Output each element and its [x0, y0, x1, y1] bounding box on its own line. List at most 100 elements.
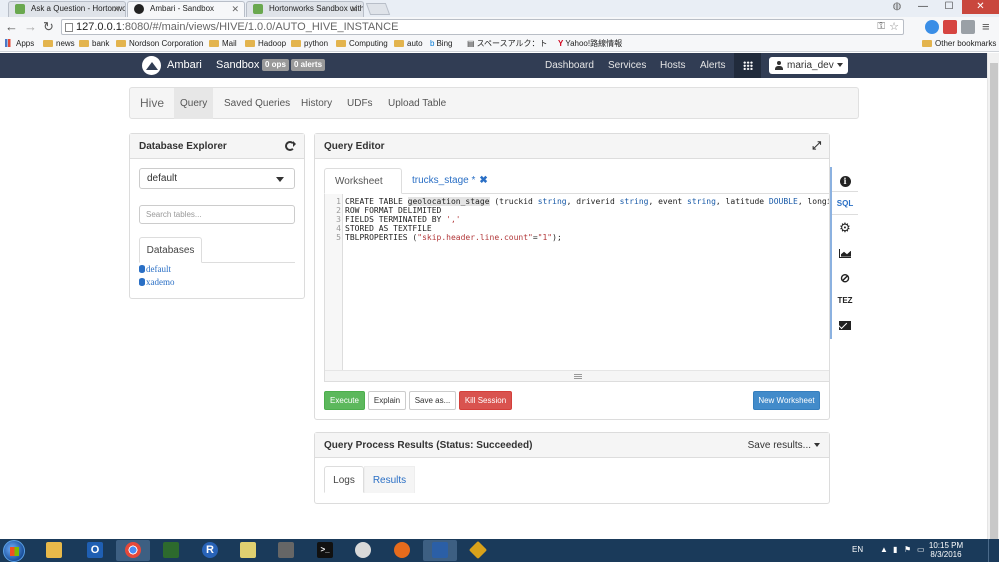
browser-tab-hortonworks-sandbox[interactable]: Hortonworks Sandbox with ✕ — [246, 1, 364, 17]
taskbar-git[interactable] — [461, 540, 495, 561]
close-worksheet-icon[interactable]: ✖ — [479, 175, 487, 186]
taskbar-explorer[interactable] — [37, 540, 71, 561]
user-profile-button[interactable]: ◍ — [888, 0, 906, 14]
taskbar-tools[interactable] — [269, 540, 303, 561]
tab-udfs[interactable]: UDFs — [341, 88, 379, 119]
info-icon[interactable]: i — [832, 169, 858, 193]
cluster-name[interactable]: Sandbox — [216, 58, 259, 72]
worksheet-tab-active[interactable]: Worksheet *✖ — [324, 168, 402, 213]
database-item-default[interactable]: default — [139, 263, 171, 275]
explain-button[interactable]: Explain — [368, 391, 406, 410]
nav-hosts[interactable]: Hosts — [660, 59, 686, 72]
browser-tab-ask-question[interactable]: Ask a Question - Hortonworks ✕ — [8, 1, 126, 17]
close-window-button[interactable]: ✕ — [962, 0, 999, 14]
logs-tab[interactable]: Logs — [324, 466, 364, 493]
bookmark-folder-other[interactable]: Other bookmarks — [922, 37, 996, 51]
address-bar[interactable]: 127.0.0.1:8080/#/main/views/HIVE/1.0.0/A… — [61, 19, 904, 35]
code-line[interactable]: CREATE TABLE geolocation_stage (truckid … — [345, 197, 829, 206]
bookmark-folder-hadoop[interactable]: Hadoop — [245, 37, 286, 51]
envelope-icon[interactable] — [832, 313, 858, 337]
start-button[interactable] — [3, 540, 25, 562]
gear-icon[interactable]: ⚙ — [832, 216, 858, 240]
sql-editor[interactable]: 1 2 3 4 5 CREATE TABLE geolocation_stage… — [324, 194, 830, 382]
bookmark-folder-news[interactable]: news — [43, 37, 75, 51]
expand-icon[interactable]: ⤢ — [812, 140, 821, 152]
bookmark-folder-python[interactable]: python — [291, 37, 328, 51]
close-tab-icon[interactable]: ✕ — [350, 2, 358, 16]
scrollbar-thumb[interactable] — [990, 63, 998, 539]
link-icon[interactable]: ⊘ — [832, 266, 858, 290]
bookmark-star-icon[interactable]: ☆ — [889, 20, 899, 34]
tez-tool-button[interactable]: TEZ — [832, 289, 858, 313]
ambari-brand[interactable]: Ambari — [167, 58, 202, 72]
minimize-window-button[interactable]: — — [910, 0, 936, 14]
taskbar-clock-app[interactable] — [346, 540, 380, 561]
ambari-logo-icon[interactable] — [142, 56, 161, 75]
chrome-menu-icon[interactable]: ≡ — [982, 19, 990, 35]
taskbar-green-app[interactable] — [154, 540, 188, 561]
bookmark-folder-nordson[interactable]: Nordson Corporation — [116, 37, 203, 51]
views-menu-button[interactable] — [734, 53, 761, 78]
tab-upload-table[interactable]: Upload Table — [382, 88, 452, 119]
extension-gray-icon[interactable] — [961, 20, 975, 34]
tab-query[interactable]: Query — [174, 88, 214, 119]
bookmark-bing[interactable]: b Bing — [430, 37, 452, 51]
refresh-icon[interactable] — [285, 141, 296, 151]
taskbar-firefox[interactable] — [385, 540, 419, 561]
code-line[interactable]: TBLPROPERTIES ("skip.header.line.count"=… — [345, 233, 562, 242]
bookmark-folder-computing[interactable]: Computing — [336, 37, 388, 51]
database-item-xademo[interactable]: xademo — [139, 276, 175, 288]
tray-expand-icon[interactable]: ▲ — [880, 544, 888, 556]
browser-tab-ambari[interactable]: Ambari - Sandbox ✕ — [127, 1, 245, 17]
tab-saved-queries[interactable]: Saved Queries — [218, 88, 296, 119]
maximize-window-button[interactable]: ☐ — [936, 0, 962, 14]
save-results-dropdown[interactable]: Save results... — [748, 433, 820, 458]
bookmark-apps[interactable]: Apps — [5, 37, 34, 51]
search-tables-input[interactable] — [139, 205, 295, 224]
database-select[interactable]: default — [139, 168, 295, 189]
page-info-icon[interactable] — [65, 23, 73, 32]
databases-tab[interactable]: Databases — [139, 237, 202, 263]
taskbar-virtualbox[interactable] — [423, 540, 457, 561]
taskbar-cmd[interactable]: >_ — [308, 540, 342, 561]
extension-red-icon[interactable] — [943, 20, 957, 34]
back-arrow-icon[interactable]: ← — [5, 19, 18, 35]
network-icon[interactable]: ▮ — [893, 544, 897, 556]
user-menu-button[interactable]: maria_dev — [769, 57, 848, 74]
sql-tool-button[interactable]: SQL — [832, 191, 858, 215]
language-indicator[interactable]: EN — [852, 544, 863, 556]
execute-button[interactable]: Execute — [324, 391, 365, 410]
taskbar-outlook[interactable]: O — [78, 540, 112, 561]
taskbar-chrome[interactable] — [116, 540, 150, 561]
hive-brand[interactable]: Hive — [134, 88, 170, 119]
bookmark-folder-bank[interactable]: bank — [79, 37, 109, 51]
editor-resize-handle[interactable] — [325, 370, 829, 381]
chart-icon[interactable] — [832, 241, 858, 265]
bookmark-folder-auto[interactable]: auto — [394, 37, 423, 51]
nav-dashboard[interactable]: Dashboard — [545, 59, 594, 72]
flag-icon[interactable]: ⚑ — [904, 544, 911, 556]
extension-cloud-icon[interactable] — [925, 20, 939, 34]
close-tab-icon[interactable]: ✕ — [231, 2, 239, 16]
code-line[interactable]: FIELDS TERMINATED BY ',' — [345, 215, 461, 224]
forward-arrow-icon[interactable]: → — [24, 19, 37, 35]
code-line[interactable]: STORED AS TEXTFILE — [345, 224, 432, 233]
bookmark-alc[interactable]: ▤ スペースアルク：ト — [467, 37, 548, 51]
taskbar-r[interactable]: R — [193, 540, 227, 561]
show-desktop-button[interactable] — [988, 539, 999, 562]
new-tab-button[interactable] — [365, 3, 391, 15]
ops-badge[interactable]: 0 ops — [262, 59, 289, 71]
page-scrollbar[interactable] — [987, 53, 999, 539]
new-worksheet-button[interactable]: New Worksheet — [753, 391, 820, 410]
bookmark-yahoo[interactable]: Y Yahoo!路線情報 — [558, 37, 622, 51]
tab-history[interactable]: History — [295, 88, 338, 119]
nav-services[interactable]: Services — [608, 59, 646, 72]
taskbar-clock[interactable]: 10:15 PM 8/3/2016 — [924, 541, 968, 559]
bookmark-folder-mail[interactable]: Mail — [209, 37, 237, 51]
worksheet-tab-trucks-stage[interactable]: trucks_stage * ✖ — [402, 168, 492, 194]
code-line[interactable]: ROW FORMAT DELIMITED — [345, 206, 441, 215]
save-as-button[interactable]: Save as... — [409, 391, 456, 410]
alerts-badge[interactable]: 0 alerts — [291, 59, 326, 71]
kill-session-button[interactable]: Kill Session — [459, 391, 512, 410]
results-tab[interactable]: Results — [364, 466, 415, 493]
